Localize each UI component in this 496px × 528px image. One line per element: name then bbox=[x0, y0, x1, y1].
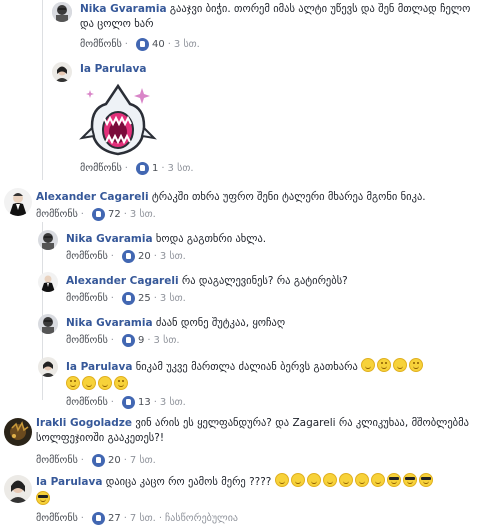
author-name[interactable]: Ia Parulava bbox=[80, 63, 146, 75]
comment-text: ხოდა გაგთხრი ახლა. bbox=[155, 233, 267, 245]
like-link[interactable]: მომწონს bbox=[80, 39, 122, 50]
like-count-icon bbox=[121, 396, 135, 409]
timestamp[interactable]: 3 სთ. bbox=[168, 163, 194, 174]
comment-actions: მომწონს · 25 · 3 სთ. bbox=[66, 292, 186, 305]
avatar[interactable] bbox=[52, 2, 72, 22]
sunglasses-emoji-icon bbox=[402, 473, 417, 487]
author-name[interactable]: Nika Gvaramia bbox=[66, 233, 153, 245]
grin-emoji-icon bbox=[338, 473, 353, 487]
like-count[interactable]: 72 bbox=[108, 209, 121, 220]
comment-actions: მომწონს · 27 · 7 სთ. · ჩასწორებულია bbox=[36, 512, 238, 525]
author-name[interactable]: Ia Parulava bbox=[36, 476, 102, 488]
comment-text: ტრაკში თხრა უფრო შენი ტალერი მხარეა მგონ… bbox=[151, 191, 426, 203]
author-name[interactable]: Alexander Cagareli bbox=[66, 275, 179, 287]
like-count-icon bbox=[121, 250, 135, 263]
comment-actions: მომწონს · 20 · 3 სთ. bbox=[66, 250, 186, 263]
comment-text: დაიცა კაცო რო ეამოს მერე ???? bbox=[105, 476, 272, 488]
comment-actions: მომწონს · 72 · 3 სთ. bbox=[36, 208, 156, 221]
avatar[interactable] bbox=[38, 230, 58, 250]
like-count-icon bbox=[121, 334, 135, 347]
author-name[interactable]: Irakli Gogoladze bbox=[36, 417, 132, 429]
timestamp[interactable]: 3 სთ. bbox=[160, 293, 186, 304]
like-link[interactable]: მომწონს bbox=[80, 163, 122, 174]
author-name[interactable]: Alexander Cagareli bbox=[36, 191, 149, 203]
like-count[interactable]: 13 bbox=[138, 397, 151, 408]
comment-actions: მომწონს · 40 · 3 სთ. bbox=[80, 38, 200, 51]
sunglasses-emoji-icon bbox=[418, 473, 433, 487]
like-count-icon bbox=[91, 512, 105, 525]
avatar[interactable] bbox=[52, 62, 72, 82]
like-count[interactable]: 9 bbox=[138, 335, 144, 346]
grin-emoji-icon bbox=[290, 473, 305, 487]
grin-emoji-icon bbox=[274, 473, 289, 487]
avatar[interactable] bbox=[4, 475, 32, 503]
like-link[interactable]: მომწონს bbox=[36, 455, 78, 466]
grin-emoji-icon bbox=[322, 473, 337, 487]
comment-actions: მომწონს · 13 · 3 სთ. bbox=[66, 396, 186, 409]
like-count-icon bbox=[91, 208, 105, 221]
like-link[interactable]: მომწონს bbox=[66, 293, 108, 304]
like-count[interactable]: 20 bbox=[108, 455, 121, 466]
like-count[interactable]: 1 bbox=[152, 163, 158, 174]
like-count[interactable]: 25 bbox=[138, 293, 151, 304]
timestamp[interactable]: 7 სთ. bbox=[130, 455, 156, 466]
like-count-icon bbox=[135, 38, 149, 51]
author-name[interactable]: Nika Gvaramia bbox=[80, 3, 167, 15]
smirk-emoji-icon bbox=[409, 358, 424, 372]
timestamp[interactable]: 3 სთ. bbox=[160, 251, 186, 262]
like-link[interactable]: მომწონს bbox=[36, 513, 78, 524]
grin-emoji-icon bbox=[82, 376, 96, 390]
comment-actions: მომწონს · 9 · 3 სთ. bbox=[66, 334, 180, 347]
reply-thread-line bbox=[42, 0, 43, 180]
grin-emoji-icon bbox=[306, 473, 321, 487]
author-name[interactable]: Ia Parulava bbox=[66, 361, 132, 373]
sunglasses-emoji-icon bbox=[36, 491, 50, 505]
smirk-emoji-icon bbox=[66, 376, 80, 390]
like-link[interactable]: მომწონს bbox=[66, 335, 108, 346]
like-count[interactable]: 27 bbox=[108, 513, 121, 524]
avatar[interactable] bbox=[4, 418, 32, 446]
timestamp[interactable]: 3 სთ. bbox=[154, 335, 180, 346]
avatar[interactable] bbox=[38, 314, 58, 334]
comment-text: ძაან დონე შუტკაა, ყოჩაღ bbox=[155, 317, 286, 329]
timestamp[interactable]: 7 სთ. bbox=[130, 513, 156, 524]
smirk-emoji-icon bbox=[377, 358, 392, 372]
comment-actions: მომწონს · 20 · 7 სთ. bbox=[36, 454, 156, 467]
like-count-icon bbox=[121, 292, 135, 305]
grin-emoji-icon bbox=[393, 358, 408, 372]
avatar[interactable] bbox=[38, 272, 58, 292]
like-link[interactable]: მომწონს bbox=[66, 397, 108, 408]
comment-text: რა დაგალევინეს? რა გატირებს? bbox=[181, 275, 348, 287]
timestamp[interactable]: 3 სთ. bbox=[160, 397, 186, 408]
like-count[interactable]: 20 bbox=[138, 251, 151, 262]
like-count-icon bbox=[135, 162, 149, 175]
author-name[interactable]: Nika Gvaramia bbox=[66, 317, 153, 329]
like-link[interactable]: მომწონს bbox=[66, 251, 108, 262]
timestamp[interactable]: 3 სთ. bbox=[174, 39, 200, 50]
like-count-icon bbox=[91, 454, 105, 467]
timestamp[interactable]: 3 სთ. bbox=[130, 209, 156, 220]
grin-emoji-icon bbox=[361, 358, 376, 372]
edited-label[interactable]: ჩასწორებულია bbox=[165, 513, 238, 524]
smirk-emoji-icon bbox=[114, 376, 128, 390]
shark-sticker bbox=[78, 78, 158, 158]
like-link[interactable]: მომწონს bbox=[36, 209, 78, 220]
grin-emoji-icon bbox=[370, 473, 385, 487]
sunglasses-emoji-icon bbox=[386, 473, 401, 487]
grin-emoji-icon bbox=[354, 473, 369, 487]
comment-text: ნიკამ უკვე მართლა ძალიან ბერვს გათხარა bbox=[135, 361, 358, 373]
avatar[interactable] bbox=[38, 357, 58, 377]
comment-actions: მომწონს · 1 · 3 სთ. bbox=[80, 162, 194, 175]
like-count[interactable]: 40 bbox=[152, 39, 165, 50]
avatar[interactable] bbox=[4, 188, 32, 216]
grin-emoji-icon bbox=[98, 376, 112, 390]
